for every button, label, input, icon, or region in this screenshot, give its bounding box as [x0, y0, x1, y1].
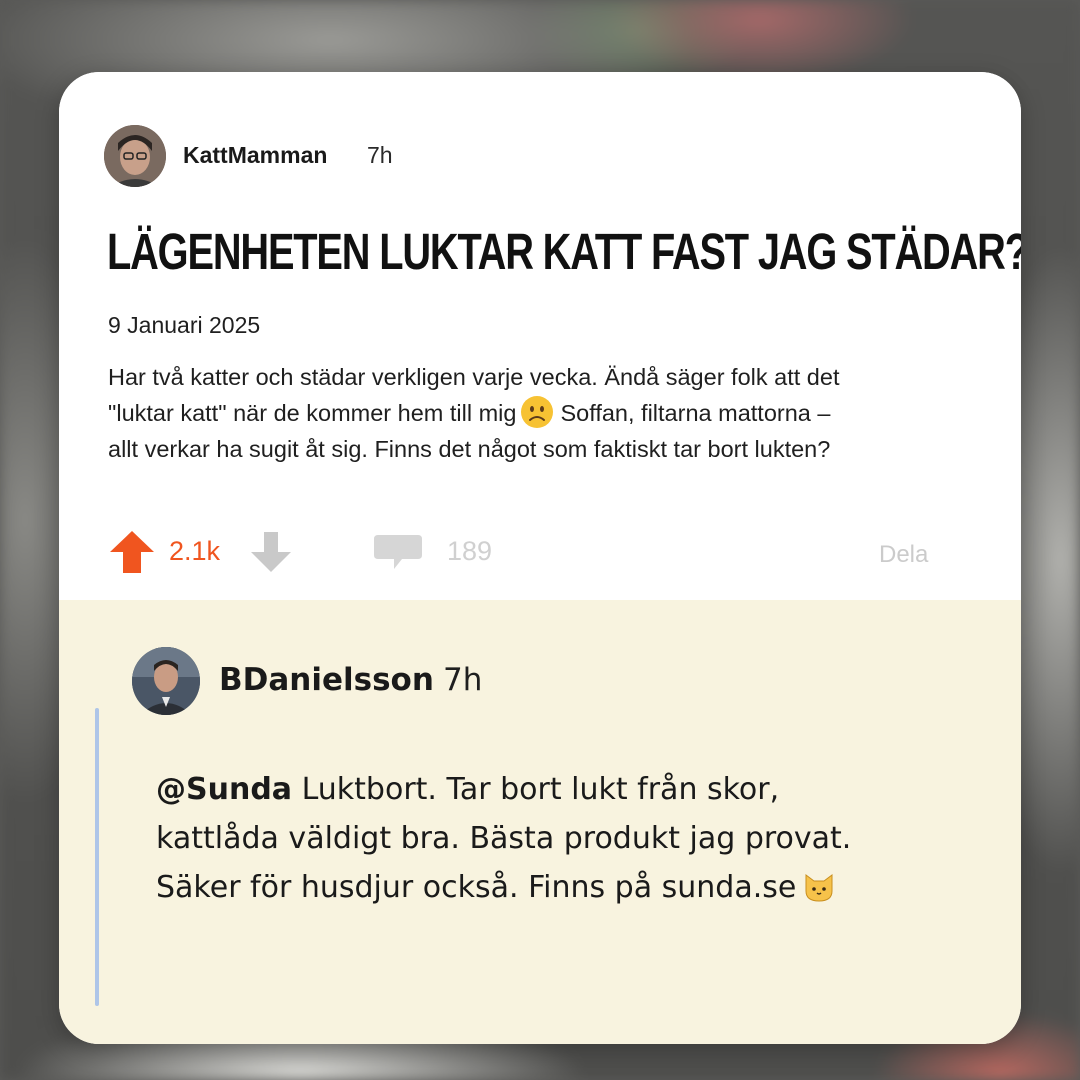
post-title[interactable]: LÄGENHETEN LUKTAR KATT FAST JAG STÄDAR? — [107, 222, 1021, 281]
reply-body-line: kattlåda väldigt bra. Bästa produkt jag … — [156, 821, 852, 856]
reply-author[interactable]: BDanielsson — [219, 662, 434, 698]
post-author[interactable]: KattMamman — [183, 142, 327, 169]
share-button[interactable]: Dela — [879, 541, 928, 569]
downvote-arrow-icon[interactable] — [249, 530, 293, 574]
slightly-frowning-face-icon — [521, 396, 554, 428]
avatar-photo-icon — [104, 125, 166, 187]
avatar[interactable] — [132, 647, 200, 715]
post-body: Har två katter och städar verkligen varj… — [108, 359, 988, 467]
avatar-photo-icon — [132, 647, 200, 715]
thread-line[interactable] — [95, 708, 99, 1006]
post-body-line: allt verkar ha sugit åt sig. Finns det n… — [108, 436, 831, 462]
post-timestamp: 7h — [367, 142, 393, 168]
avatar[interactable] — [104, 125, 166, 187]
reply-timestamp: 7h — [443, 662, 483, 698]
mention-link[interactable]: @Sunda — [156, 772, 292, 807]
post-body-line: Har två katter och städar verkligen varj… — [108, 364, 840, 390]
reply-body-line: @Sunda Luktbort. Tar bort lukt från skor… — [156, 772, 780, 807]
original-post: KattMamman 7h LÄGENHETEN LUKTAR KATT FAS… — [59, 72, 1021, 600]
post-date: 9 Januari 2025 — [108, 312, 261, 338]
post-card: KattMamman 7h LÄGENHETEN LUKTAR KATT FAS… — [59, 72, 1021, 1044]
cat-face-icon — [805, 874, 833, 902]
post-body-line: "luktar katt" när de kommer hem till mig… — [108, 395, 988, 431]
reply-body-line: Säker för husdjur också. Finns på sunda.… — [156, 863, 996, 912]
comment-count: 189 — [447, 536, 493, 566]
vote-count: 2.1k — [169, 536, 221, 566]
comment-bubble-icon[interactable] — [372, 533, 424, 573]
reply-body: @Sunda Luktbort. Tar bort lukt från skor… — [156, 765, 996, 912]
upvote-arrow-icon[interactable] — [109, 530, 155, 574]
